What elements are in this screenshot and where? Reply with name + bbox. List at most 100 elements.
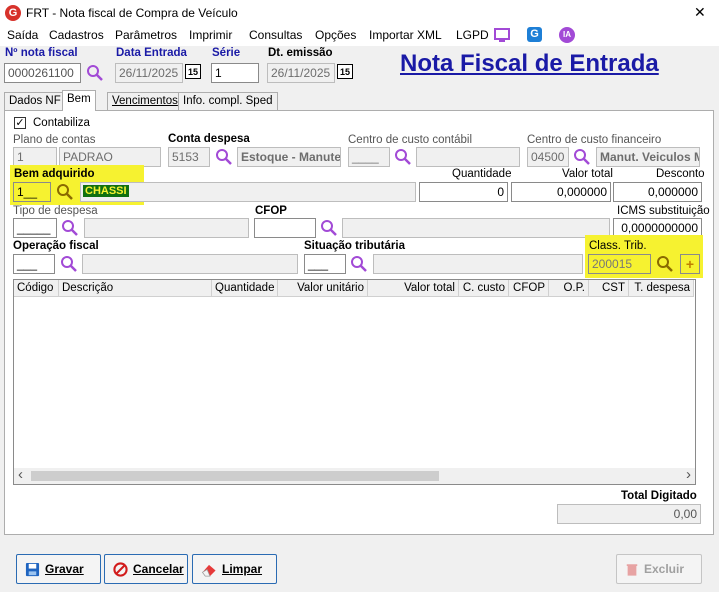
centro-contabil-label: Centro de custo contábil <box>348 134 473 146</box>
centro-financeiro-code[interactable]: 04500 <box>527 147 569 167</box>
situacao-tributaria-name <box>373 254 583 274</box>
items-grid <box>13 279 696 485</box>
scroll-left-icon[interactable]: ‹ <box>18 466 23 483</box>
floppy-disk-icon <box>25 562 40 576</box>
excluir-button[interactable]: Excluir <box>616 554 702 584</box>
search-icon[interactable] <box>319 218 339 238</box>
search-icon[interactable] <box>214 147 234 167</box>
menu-importar-xml[interactable]: Importar XML <box>369 28 442 42</box>
class-trib-label: Class. Trib. <box>589 240 647 252</box>
bem-adquirido-name: CHASSI <box>83 185 129 197</box>
serie-label: Série <box>212 47 241 59</box>
cancelar-label: Cancelar <box>133 562 184 576</box>
menu-imprimir[interactable]: Imprimir <box>189 28 232 42</box>
cancelar-button[interactable]: Cancelar <box>104 554 188 584</box>
menu-bar: Saída Cadastros Parâmetros Imprimir Cons… <box>0 26 719 46</box>
tab-vencimentos[interactable]: Vencimentos <box>107 92 183 110</box>
quantidade-input[interactable]: 0 <box>419 182 508 202</box>
search-icon[interactable] <box>572 147 592 167</box>
tipo-despesa-name <box>84 218 249 238</box>
close-icon[interactable]: ✕ <box>694 4 706 21</box>
situacao-tributaria-label: Situação tributária <box>304 240 405 252</box>
cfop-code[interactable] <box>254 218 316 238</box>
serie-input[interactable]: 1 <box>211 63 259 83</box>
gravar-label: Gravar <box>45 562 84 576</box>
add-class-trib-button[interactable]: + <box>680 254 700 274</box>
menu-opcoes[interactable]: Opções <box>315 28 356 42</box>
window-title: FRT - Nota fiscal de Compra de Veículo <box>26 6 238 20</box>
menu-parametros[interactable]: Parâmetros <box>115 28 177 42</box>
situacao-tributaria-code[interactable]: ___ <box>304 254 346 274</box>
scroll-thumb[interactable] <box>31 471 439 481</box>
nota-fiscal-input[interactable]: 0000261100 <box>4 63 81 83</box>
centro-contabil-name <box>416 147 520 167</box>
col-centro-custo[interactable]: C. custo <box>459 280 509 297</box>
plano-contas-name: PADRAO <box>59 147 161 167</box>
col-tipo-despesa[interactable]: T. despesa <box>629 280 694 297</box>
menu-cadastros[interactable]: Cadastros <box>49 28 104 42</box>
title-bar: G FRT - Nota fiscal de Compra de Veículo… <box>0 0 719 26</box>
page-title: Nota Fiscal de Entrada <box>400 50 659 77</box>
app-icon: G <box>5 5 21 21</box>
conta-despesa-code[interactable]: 5153 <box>168 147 210 167</box>
nota-fiscal-label: Nº nota fiscal <box>5 47 78 59</box>
total-digitado-value: 0,00 <box>557 504 701 524</box>
trash-icon <box>626 563 638 576</box>
ia-icon[interactable]: IA <box>559 27 575 43</box>
col-op[interactable]: O.P. <box>549 280 589 297</box>
col-quantidade[interactable]: Quantidade <box>212 280 278 297</box>
col-cfop[interactable]: CFOP <box>509 280 549 297</box>
search-icon[interactable] <box>393 147 413 167</box>
col-cst[interactable]: CST <box>589 280 629 297</box>
g-app-icon[interactable]: G <box>527 27 542 42</box>
bem-adquirido-label: Bem adquirido <box>14 168 95 180</box>
data-entrada-input[interactable]: 26/11/2025 <box>115 63 183 83</box>
desconto-input[interactable]: 0,000000 <box>613 182 702 202</box>
operacao-fiscal-code[interactable]: ___ <box>13 254 55 274</box>
tipo-despesa-code[interactable]: _____ <box>13 218 57 238</box>
tab-info-compl-sped[interactable]: Info. compl. Sped <box>178 92 278 110</box>
desconto-label: Desconto <box>656 168 705 180</box>
search-icon[interactable] <box>655 254 675 274</box>
operacao-fiscal-name <box>82 254 298 274</box>
calendar-icon[interactable]: 15 <box>185 64 201 79</box>
quantidade-label: Quantidade <box>452 168 512 180</box>
menu-saida[interactable]: Saída <box>7 28 38 42</box>
conta-despesa-name: Estoque - Manute <box>237 147 341 167</box>
limpar-button[interactable]: Limpar <box>192 554 277 584</box>
limpar-label: Limpar <box>222 562 263 576</box>
gravar-button[interactable]: Gravar <box>16 554 101 584</box>
search-icon[interactable] <box>55 182 75 202</box>
search-icon[interactable] <box>60 218 80 238</box>
tab-dados-nf[interactable]: Dados NF <box>4 92 66 110</box>
search-icon[interactable] <box>85 63 105 83</box>
scroll-right-icon[interactable]: › <box>686 466 691 483</box>
calendar-icon[interactable]: 15 <box>337 64 353 79</box>
class-trib-input[interactable]: 200015 <box>588 254 651 274</box>
cancel-icon <box>113 561 128 577</box>
col-descricao[interactable]: Descrição <box>59 280 212 297</box>
dt-emissao-input[interactable]: 26/11/2025 <box>267 63 335 83</box>
search-icon[interactable] <box>349 254 369 274</box>
icms-substituicao-label: ICMS substituição <box>617 205 710 217</box>
excluir-label: Excluir <box>644 562 685 576</box>
contabiliza-checkbox[interactable]: ✓ <box>14 117 26 129</box>
col-valor-total[interactable]: Valor total <box>368 280 459 297</box>
col-codigo[interactable]: Código <box>14 280 59 297</box>
plano-contas-code[interactable]: 1 <box>13 147 57 167</box>
centro-financeiro-name: Manut. Veiculos M <box>596 147 700 167</box>
conta-despesa-label: Conta despesa <box>168 133 250 145</box>
tab-bem[interactable]: Bem <box>62 90 96 111</box>
menu-lgpd[interactable]: LGPD <box>456 28 489 42</box>
plano-contas-label: Plano de contas <box>13 134 96 146</box>
dt-emissao-label: Dt. emissão <box>268 47 333 59</box>
data-entrada-label: Data Entrada <box>116 47 187 59</box>
col-valor-unitario[interactable]: Valor unitário <box>278 280 368 297</box>
valor-total-input[interactable]: 0,000000 <box>511 182 611 202</box>
bem-adquirido-code[interactable]: 1__ <box>13 182 51 202</box>
monitor-icon[interactable] <box>494 27 510 43</box>
cfop-label: CFOP <box>255 205 287 217</box>
search-icon[interactable] <box>59 254 79 274</box>
centro-contabil-code[interactable]: ____ <box>348 147 390 167</box>
menu-consultas[interactable]: Consultas <box>249 28 302 42</box>
